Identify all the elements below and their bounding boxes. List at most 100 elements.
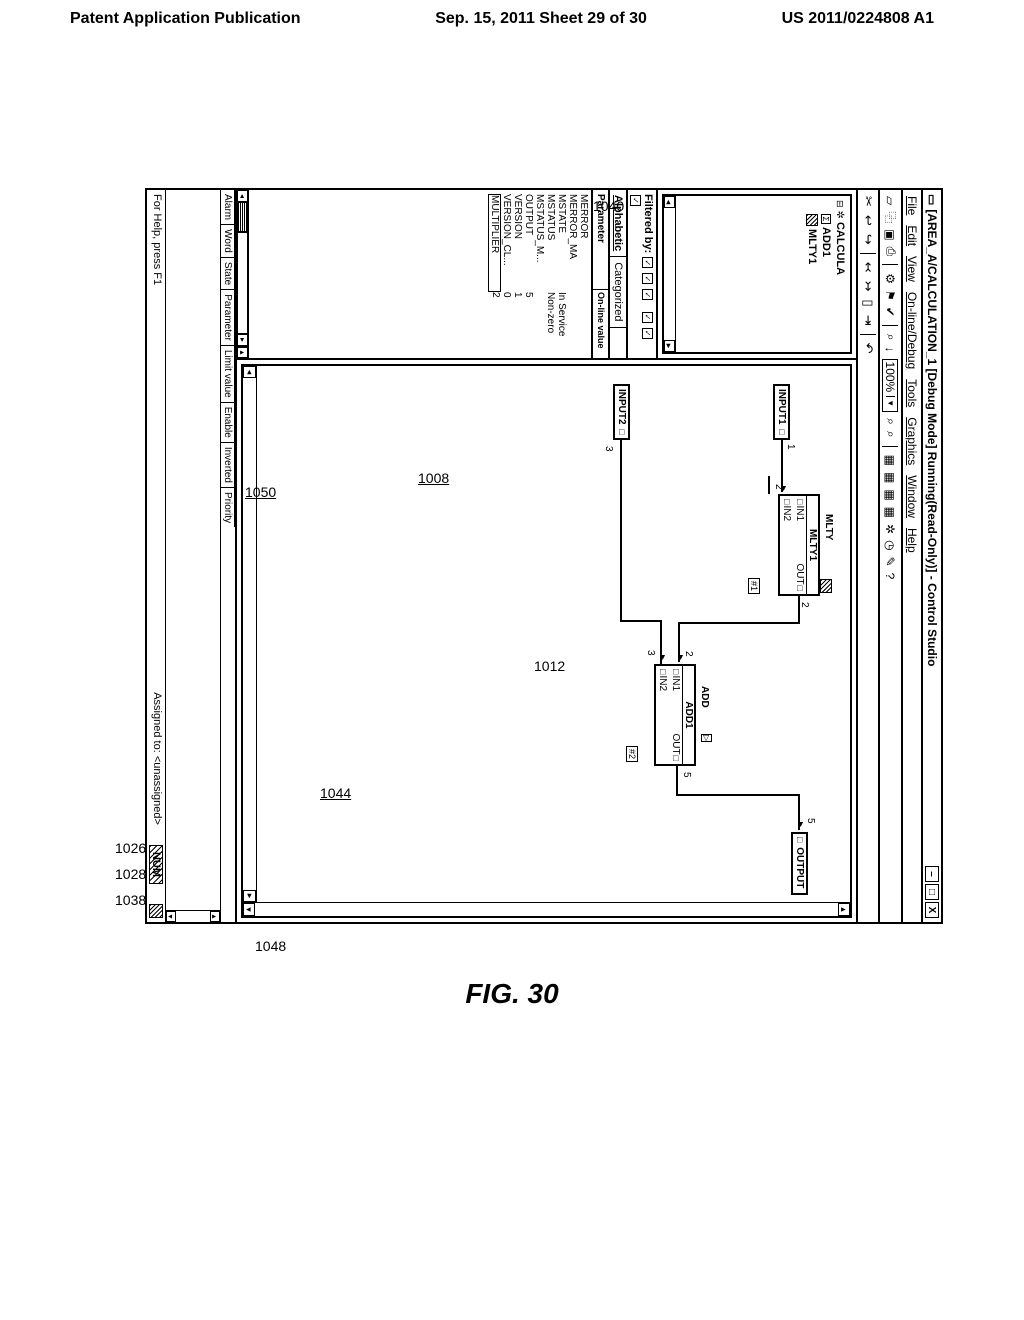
- mlty-in1-port[interactable]: IN1: [794, 499, 805, 521]
- add-in2-port[interactable]: IN2: [657, 669, 668, 691]
- filter-chk6[interactable]: ✓: [630, 195, 641, 206]
- param-output[interactable]: OUTPUT: [523, 194, 534, 292]
- block-add1[interactable]: ADD1 IN1 OUT IN2: [654, 664, 696, 766]
- scroll-right-icon[interactable]: ▸: [243, 890, 256, 902]
- alarm-body[interactable]: ▴ ▾: [165, 190, 220, 922]
- block-mlty1[interactable]: MLTY1 IN1 OUT IN2: [778, 494, 820, 596]
- grid4-icon[interactable]: ▦: [884, 507, 898, 518]
- scroll-track[interactable]: [237, 232, 248, 334]
- flag-icon[interactable]: ⚑: [884, 290, 898, 301]
- help-icon[interactable]: ?: [884, 573, 898, 580]
- menu-file[interactable]: File: [905, 196, 919, 215]
- maximize-button[interactable]: □: [925, 884, 939, 900]
- mlty-out-port[interactable]: OUT: [794, 563, 805, 591]
- undo-icon[interactable]: ↶: [860, 343, 876, 354]
- fwd-icon[interactable]: ↣: [860, 281, 876, 292]
- menu-graphics[interactable]: Graphics: [905, 417, 919, 465]
- col-online-value[interactable]: On-line value: [593, 290, 608, 358]
- diagram-canvas[interactable]: INPUT1 1 MLTY MLTY1 IN1 OUT IN2: [241, 364, 852, 918]
- menu-view[interactable]: View: [905, 256, 919, 282]
- scroll-right-icon[interactable]: ▸: [237, 334, 248, 346]
- config-icon[interactable]: ⚙: [884, 273, 898, 284]
- col-inverted[interactable]: Inverted: [221, 443, 235, 488]
- menu-edit[interactable]: Edit: [905, 225, 919, 246]
- zoom-icon[interactable]: ⌕: [883, 334, 898, 341]
- menu-onlinedebug[interactable]: On-line/Debug: [905, 292, 919, 369]
- io-input2[interactable]: INPUT2: [613, 384, 630, 440]
- param-merror[interactable]: MERROR: [578, 194, 589, 292]
- scroll-track[interactable]: [255, 903, 838, 916]
- clock-icon[interactable]: ◷: [884, 540, 898, 550]
- paint-icon[interactable]: ✎: [884, 557, 898, 567]
- box-icon[interactable]: ▯: [860, 300, 876, 307]
- col-alarm[interactable]: Alarm: [221, 190, 235, 225]
- step-over-icon[interactable]: ↪: [860, 234, 876, 245]
- param-hscroll[interactable]: ◂ ▸ ▴: [237, 190, 249, 358]
- filter-chk2[interactable]: ✓: [642, 273, 653, 284]
- menu-window[interactable]: Window: [905, 475, 919, 518]
- param-mstate[interactable]: MSTATE: [556, 194, 567, 292]
- scroll-left-icon[interactable]: ◂: [237, 190, 248, 202]
- param-list[interactable]: MERROR MERROR_MA MSTATEIn Service MSTATU…: [249, 190, 591, 358]
- io-input1[interactable]: INPUT1: [773, 384, 790, 440]
- tab-categorized[interactable]: Categorized: [610, 257, 626, 327]
- grid1-icon[interactable]: ▦: [884, 455, 898, 466]
- add-in1-port[interactable]: IN1: [670, 669, 681, 691]
- col-limit[interactable]: Limit value: [221, 346, 235, 403]
- param-mstatus[interactable]: MSTATUS: [545, 194, 556, 292]
- scroll-thumb[interactable]: [237, 202, 248, 232]
- zoom-combo[interactable]: 100% ▼: [883, 359, 899, 413]
- io-output[interactable]: OUTPUT: [791, 832, 808, 895]
- tree-add1[interactable]: Σ ADD1: [820, 214, 832, 348]
- scroll-left-icon[interactable]: ◂: [664, 196, 675, 208]
- end-icon[interactable]: ⇥: [860, 315, 876, 326]
- grid3-icon[interactable]: ▦: [884, 489, 898, 500]
- hierarchy-tree[interactable]: ⊟ ✲ CALCULA Σ ADD1 MLTY1 ◂: [662, 194, 852, 354]
- filter-chk5[interactable]: ✓: [642, 328, 653, 339]
- scroll-up-icon[interactable]: ▴: [237, 346, 248, 358]
- scroll-down-icon[interactable]: ▾: [166, 911, 176, 922]
- col-state[interactable]: State: [221, 258, 235, 290]
- scroll-up-icon[interactable]: ▴: [838, 903, 850, 916]
- param-merror-ma[interactable]: MERROR_MA: [567, 194, 578, 292]
- canvas-hscroll[interactable]: ◂ ▸: [243, 366, 257, 902]
- paste-icon[interactable]: ▣: [884, 229, 898, 240]
- scroll-track[interactable]: [664, 208, 675, 340]
- param-version-cl[interactable]: VERSION_CL...: [501, 194, 512, 292]
- resize-grip-icon[interactable]: [149, 904, 163, 918]
- scroll-right-icon[interactable]: ▸: [664, 340, 675, 352]
- scroll-track[interactable]: [176, 911, 210, 922]
- scroll-up-icon[interactable]: ▴: [210, 911, 220, 922]
- check-icon[interactable]: ✔: [884, 307, 898, 317]
- cut-icon[interactable]: ✂: [860, 196, 876, 207]
- copy-icon[interactable]: ⿻: [882, 211, 899, 223]
- new-icon[interactable]: ▱: [884, 196, 898, 205]
- close-button[interactable]: X: [925, 902, 939, 918]
- find-icon[interactable]: ⌕: [883, 418, 898, 425]
- minimize-button[interactable]: –: [925, 866, 939, 882]
- filter-chk4[interactable]: ✓: [642, 312, 653, 323]
- param-version[interactable]: VERSION: [512, 194, 523, 292]
- menu-tools[interactable]: Tools: [905, 379, 919, 407]
- scroll-track[interactable]: [243, 378, 256, 890]
- param-mstatus-m[interactable]: MSTATUS_M...: [534, 194, 545, 292]
- step-into-icon[interactable]: ↩: [860, 215, 876, 226]
- alarm-vscroll[interactable]: ▴ ▾: [166, 910, 220, 922]
- scroll-down-icon[interactable]: ▾: [243, 903, 255, 916]
- grid2-icon[interactable]: ▦: [884, 472, 898, 483]
- param-multiplier[interactable]: MULTIPLIER: [488, 194, 501, 292]
- add-out-port[interactable]: OUT: [670, 733, 681, 761]
- mlty-in2-port[interactable]: IN2: [781, 499, 792, 521]
- scroll-left-icon[interactable]: ◂: [243, 366, 256, 378]
- tree-mlty1[interactable]: MLTY1: [806, 214, 818, 348]
- chevron-down-icon[interactable]: ▼: [886, 396, 895, 409]
- col-priority[interactable]: Priority: [221, 488, 235, 527]
- find2-icon[interactable]: ⌕: [883, 431, 898, 438]
- col-word[interactable]: Word: [221, 225, 235, 258]
- tree-hscroll[interactable]: ◂ ▸: [664, 196, 676, 352]
- col-enable[interactable]: Enable: [221, 403, 235, 443]
- arrow-down-icon[interactable]: ↓: [884, 347, 898, 353]
- back-icon[interactable]: ↢: [860, 262, 876, 273]
- filter-chk3[interactable]: ✓: [642, 289, 653, 300]
- menu-help[interactable]: Help: [905, 528, 919, 553]
